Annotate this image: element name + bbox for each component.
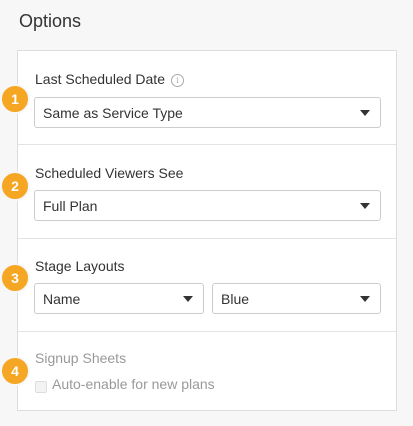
section-stage-layouts: 3 Stage Layouts Name Blue	[0, 239, 396, 332]
options-panel: 1 Last Scheduled Date i Same as Service T…	[0, 50, 397, 411]
page-title: Options	[19, 11, 82, 31]
section-last-scheduled-date: 1 Last Scheduled Date i Same as Service T…	[0, 51, 396, 145]
last-scheduled-date-select-value: Same as Service Type	[43, 105, 183, 121]
stage-layouts-sort-select[interactable]: Name	[34, 283, 204, 314]
scheduled-viewers-see-select-value: Full Plan	[43, 198, 98, 214]
scheduled-viewers-see-label: Scheduled Viewers See	[35, 165, 184, 181]
chevron-down-icon	[360, 203, 370, 209]
stage-layouts-sort-select-value: Name	[43, 291, 81, 307]
step-badge-4: 4	[0, 356, 30, 386]
chevron-down-icon	[360, 296, 370, 302]
last-scheduled-date-label: Last Scheduled Date i	[35, 71, 184, 87]
auto-enable-checkbox-label[interactable]: Auto-enable for new plans	[52, 376, 215, 392]
section-signup-sheets: 4 Signup Sheets Auto-enable for new plan…	[0, 332, 396, 410]
stage-layouts-color-select-value: Blue	[221, 291, 250, 307]
step-badge-2: 2	[0, 171, 30, 201]
chevron-down-icon	[183, 296, 193, 302]
stage-layouts-label: Stage Layouts	[35, 258, 125, 274]
info-icon[interactable]: i	[170, 74, 184, 87]
signup-sheets-label: Signup Sheets	[35, 350, 127, 366]
step-badge-1: 1	[0, 84, 30, 114]
section-scheduled-viewers-see: 2 Scheduled Viewers See Full Plan	[0, 145, 396, 239]
scheduled-viewers-see-select[interactable]: Full Plan	[34, 190, 381, 221]
step-badge-3: 3	[0, 263, 30, 293]
last-scheduled-date-label-text: Last Scheduled Date	[35, 71, 165, 87]
last-scheduled-date-select[interactable]: Same as Service Type	[34, 97, 381, 128]
stage-layouts-color-select[interactable]: Blue	[212, 283, 381, 314]
auto-enable-checkbox[interactable]	[35, 381, 47, 393]
chevron-down-icon	[360, 110, 370, 116]
